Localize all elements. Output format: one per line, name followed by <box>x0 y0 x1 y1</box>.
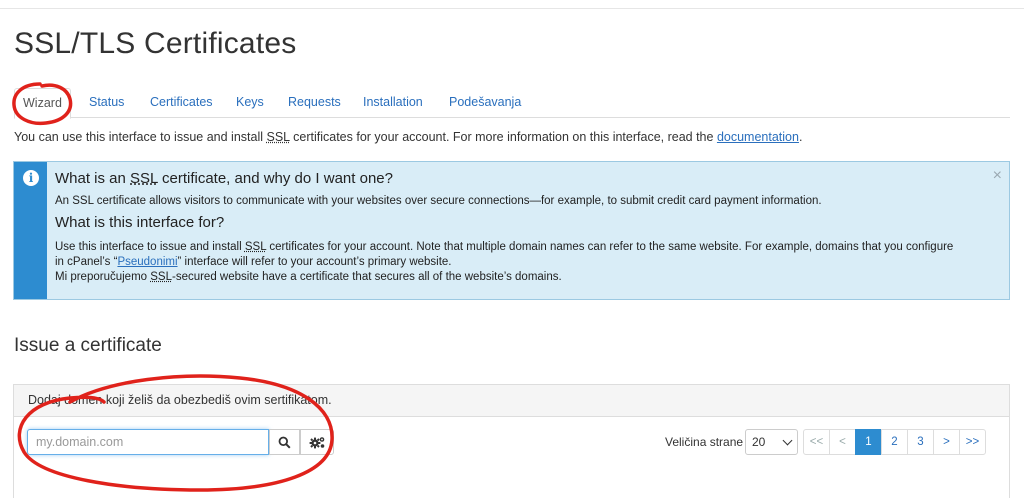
ssl-abbr: SSL <box>266 130 290 144</box>
tab-installation[interactable]: Installation <box>355 88 431 116</box>
pager-last[interactable]: >> <box>959 429 986 455</box>
tab-settings[interactable]: Podešavanja <box>441 88 529 116</box>
close-icon[interactable]: × <box>993 167 1002 185</box>
intro-text: You can use this interface to issue and … <box>14 130 803 144</box>
settings-button[interactable] <box>300 429 334 455</box>
panel-heading-text: Dodaj domen koji želiš da obezbediš ovim… <box>28 393 332 407</box>
panel-heading: Dodaj domen koji želiš da obezbediš ovim… <box>14 385 1009 417</box>
issue-panel: Dodaj domen koji želiš da obezbediš ovim… <box>13 384 1010 498</box>
tab-requests[interactable]: Requests <box>280 88 349 116</box>
pager-page-2[interactable]: 2 <box>881 429 908 455</box>
domain-search-input[interactable] <box>27 429 269 455</box>
pager-first[interactable]: << <box>803 429 830 455</box>
tab-wizard[interactable]: Wizard <box>14 88 71 119</box>
tab-certificates[interactable]: Certificates <box>142 88 221 116</box>
page-size-label: Veličina strane <box>665 435 744 449</box>
alert-heading-interface: What is this interface for? <box>55 214 225 231</box>
alert-paragraph-ssl: An SSL certificate allows visitors to co… <box>55 195 822 207</box>
top-bar <box>0 0 1024 9</box>
page-size-value: 20 <box>752 435 766 449</box>
page-title: SSL/TLS Certificates <box>14 27 297 60</box>
pager-next[interactable]: > <box>933 429 960 455</box>
issue-section-title: Issue a certificate <box>14 335 162 356</box>
pager-page-1[interactable]: 1 <box>855 429 882 455</box>
pagination: << < 1 2 3 > >> <box>803 429 986 455</box>
pseudonimi-link[interactable]: Pseudonimi <box>117 256 177 268</box>
tab-status[interactable]: Status <box>81 88 132 116</box>
search-button[interactable] <box>269 429 300 455</box>
gears-icon <box>309 436 324 448</box>
alert-heading-ssl: What is an SSL certificate, and why do I… <box>55 170 393 187</box>
info-alert: i × What is an SSL certificate, and why … <box>13 161 1010 300</box>
alert-sidebar: i <box>14 162 47 299</box>
page-size-select[interactable]: 20 <box>745 429 798 455</box>
search-icon <box>278 436 291 449</box>
tab-bar: Wizard Status Certificates Keys Requests… <box>14 88 1010 119</box>
chevron-down-icon <box>782 435 793 446</box>
pager-prev[interactable]: < <box>829 429 856 455</box>
info-icon: i <box>23 170 39 186</box>
alert-paragraph-interface: Use this interface to issue and install … <box>55 241 954 283</box>
tab-keys[interactable]: Keys <box>228 88 272 116</box>
pager-page-3[interactable]: 3 <box>907 429 934 455</box>
documentation-link[interactable]: documentation <box>717 130 799 144</box>
